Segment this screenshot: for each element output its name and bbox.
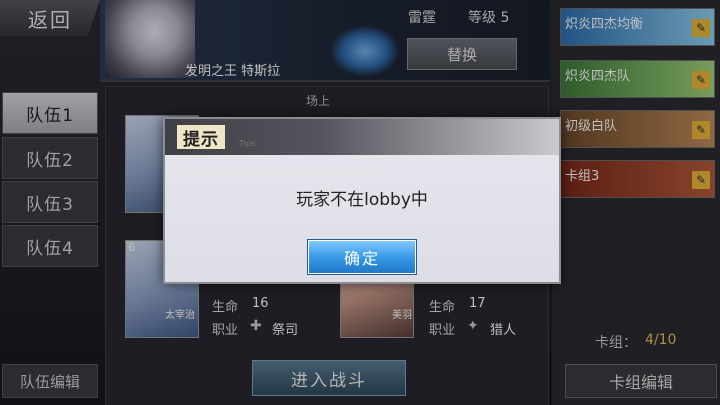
game-screen: 返回 发明之王 特斯拉 雷霆 等级 5 替换 队伍1 队伍2 队伍3 队伍4 队… [0,0,720,405]
dialog-title: 提示 [177,125,225,150]
tips-dialog: 提示 Tips 玩家不在lobby中 确定 [163,117,561,284]
ok-button[interactable]: 确定 [308,240,416,274]
dialog-title-en: Tips [239,139,256,148]
dialog-message: 玩家不在lobby中 [296,190,428,210]
